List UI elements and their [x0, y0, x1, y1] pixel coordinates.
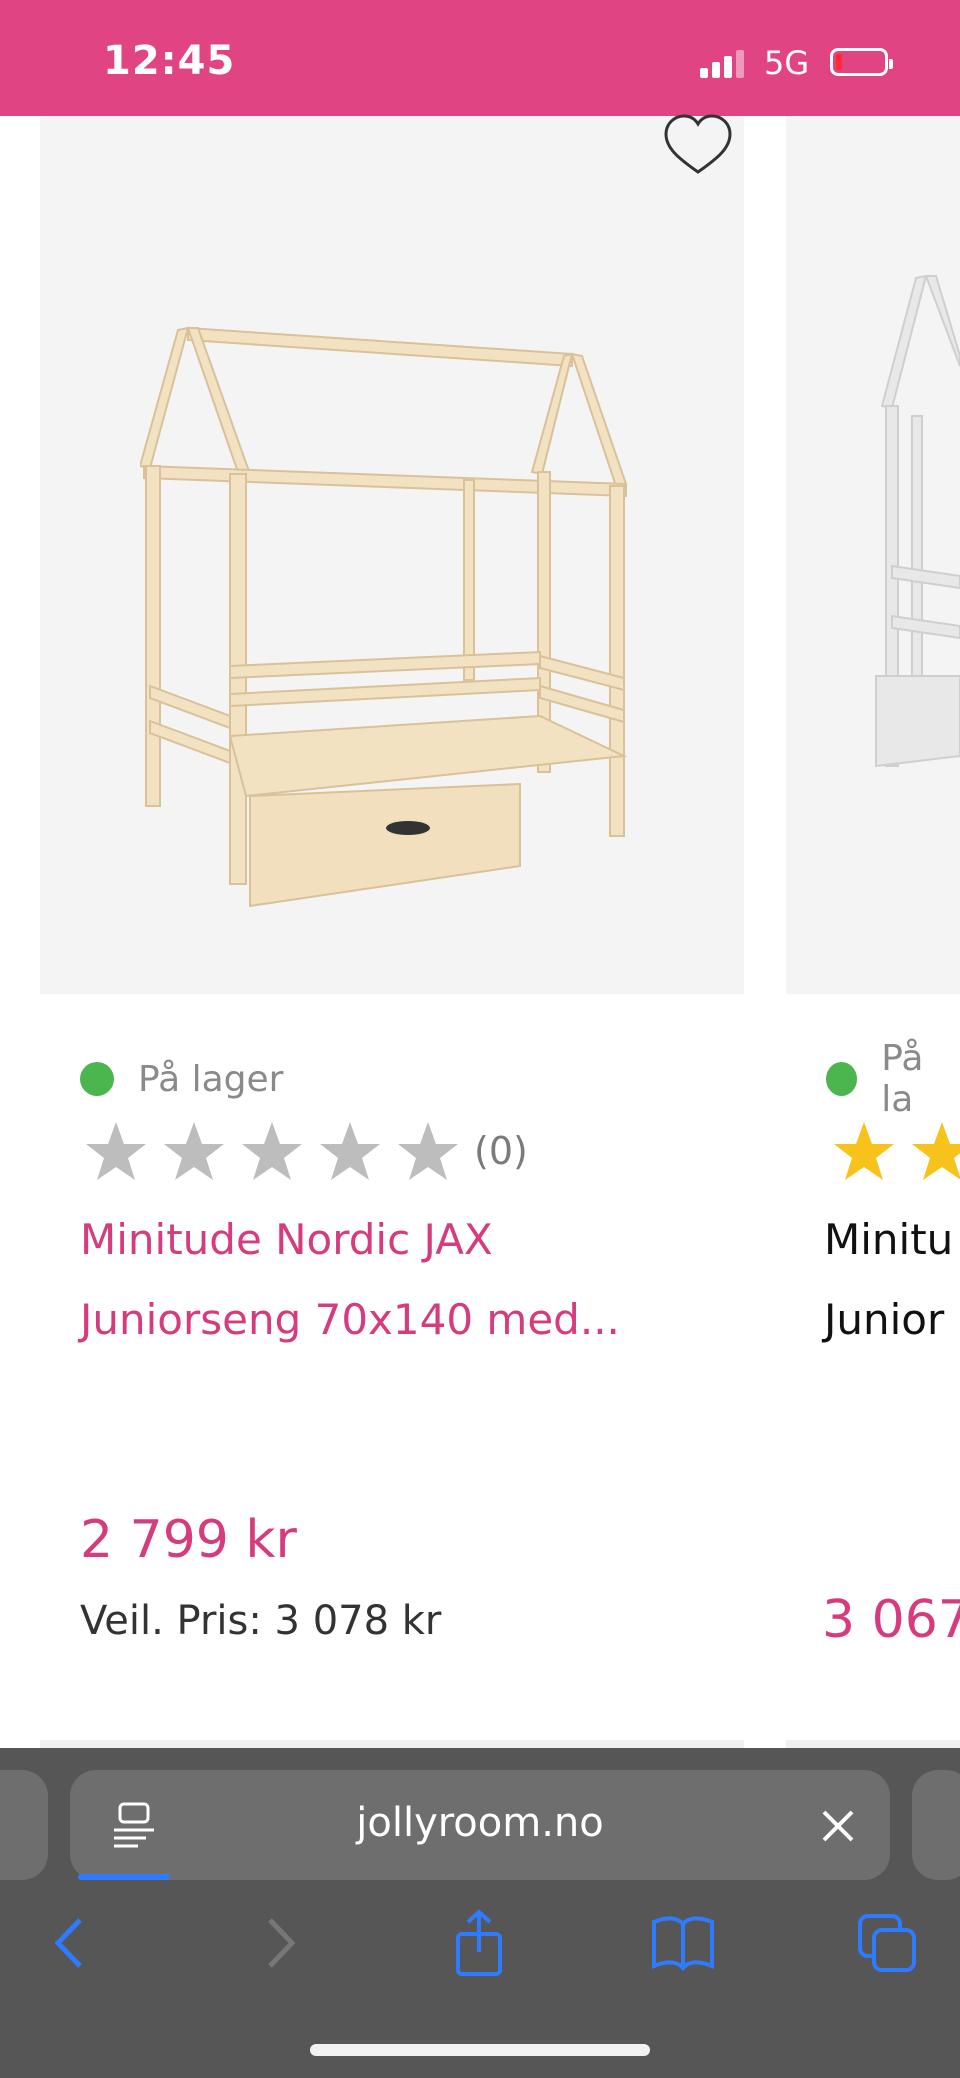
- forward-icon[interactable]: [244, 1908, 314, 1978]
- product-title-link[interactable]: Minitude Nordic JAX Juniorseng 70x140 me…: [80, 1200, 680, 1360]
- product-price: 2 799 kr: [80, 1510, 297, 1570]
- house-bed-image: [140, 326, 628, 908]
- bookmarks-icon[interactable]: [648, 1908, 718, 1978]
- network-label: 5G: [764, 44, 810, 82]
- share-icon[interactable]: [444, 1908, 514, 1978]
- white-bed-image: [875, 274, 960, 768]
- recommended-price: Veil. Pris: 3 078 kr: [80, 1598, 442, 1644]
- battery-icon: [830, 48, 893, 76]
- stock-status: På lager: [80, 1054, 283, 1104]
- home-indicator: [310, 2044, 650, 2056]
- browser-toolbar: jollyroom.no: [0, 1748, 960, 2078]
- star-icon: [86, 1122, 146, 1180]
- in-stock-dot-icon: [80, 1062, 114, 1096]
- signal-icon: [700, 50, 748, 78]
- back-icon[interactable]: [36, 1908, 106, 1978]
- product-2-title-line1: Minitu: [824, 1215, 954, 1264]
- product-title-line2: Juniorseng 70x140 med...: [80, 1295, 620, 1344]
- previous-tab[interactable]: [0, 1770, 48, 1880]
- product-2-title-line2: Junior: [824, 1295, 945, 1344]
- url-text: jollyroom.no: [356, 1800, 604, 1846]
- load-progress: [78, 1874, 170, 1880]
- rating: (0): [84, 1120, 528, 1182]
- product-2-image-panel[interactable]: [786, 116, 960, 994]
- product-2-stock-label: På la: [881, 1038, 924, 1120]
- tabs-icon[interactable]: [852, 1908, 922, 1978]
- star-icon: [398, 1122, 458, 1180]
- status-bar: 12:45 5G: [0, 0, 960, 116]
- product-image-panel[interactable]: [40, 114, 744, 994]
- star-icon: [242, 1122, 302, 1180]
- product-2-rating: [832, 1120, 960, 1182]
- star-icon: [834, 1122, 894, 1180]
- product-title-line1: Minitude Nordic JAX: [80, 1215, 493, 1264]
- address-bar[interactable]: jollyroom.no: [70, 1770, 890, 1880]
- close-icon[interactable]: [818, 1806, 858, 1846]
- star-icon: [164, 1122, 224, 1180]
- star-icon: [320, 1122, 380, 1180]
- status-time: 12:45: [103, 38, 236, 84]
- rating-count: (0): [474, 1129, 528, 1173]
- product-2-title-link[interactable]: Minitu Junior: [824, 1200, 953, 1360]
- product-2-price: 3 067: [822, 1590, 960, 1650]
- star-icon: [912, 1122, 960, 1180]
- product-2-stock-status: På la: [826, 1038, 960, 1120]
- next-tab[interactable]: [912, 1770, 960, 1880]
- stock-label: På lager: [138, 1058, 284, 1100]
- in-stock-dot-icon: [826, 1062, 858, 1096]
- heart-icon[interactable]: [658, 110, 738, 180]
